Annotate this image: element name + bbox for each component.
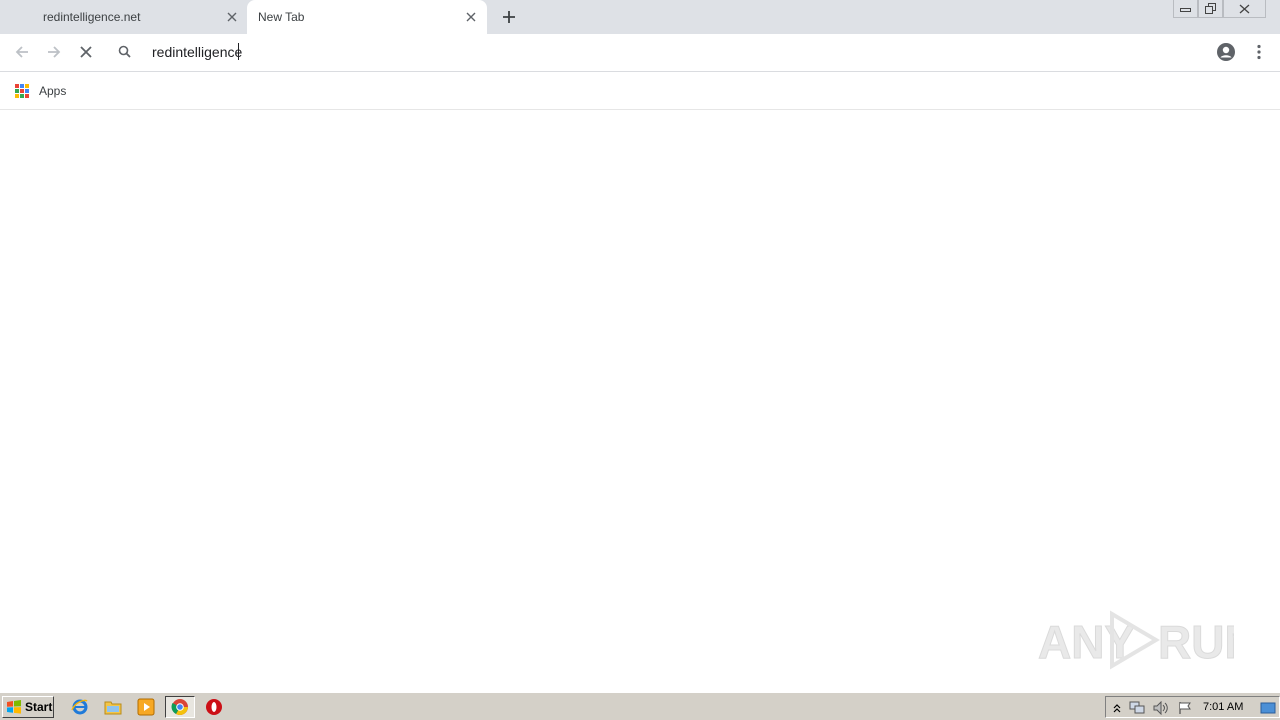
windows-logo-icon (7, 700, 21, 714)
tab-close-icon[interactable] (224, 9, 240, 25)
tab-title: New Tab (258, 10, 305, 24)
menu-kebab-button[interactable] (1247, 40, 1271, 64)
page-content (0, 110, 1280, 692)
taskbar-clock[interactable]: 7:01 AM (1203, 701, 1243, 713)
tab-title: redintelligence.net (43, 10, 141, 24)
bookmarks-bar: Apps (0, 72, 1280, 110)
browser-toolbar (0, 34, 1280, 71)
network-icon[interactable] (1129, 700, 1145, 716)
show-desktop-icon[interactable] (1260, 700, 1276, 716)
text-caret (238, 43, 239, 60)
tab-strip: redintelligence.net New Tab (0, 0, 1280, 34)
internet-explorer-icon[interactable] (69, 697, 91, 717)
minimize-button[interactable] (1173, 0, 1198, 18)
action-center-flag-icon[interactable] (1177, 700, 1193, 716)
show-hidden-icons-icon[interactable] (1109, 700, 1125, 716)
bookmark-label: Apps (39, 84, 67, 98)
system-tray: 7:01 AM (1105, 696, 1280, 718)
windows-taskbar: Start 7:01 AM (0, 692, 1280, 720)
opera-icon[interactable] (203, 697, 225, 717)
back-button[interactable] (10, 40, 34, 64)
chrome-icon[interactable] (165, 696, 195, 718)
start-button[interactable]: Start (2, 696, 54, 718)
tab-redintelligence[interactable]: redintelligence.net (0, 0, 240, 34)
apps-grid-icon (15, 84, 29, 98)
media-player-icon[interactable] (135, 697, 157, 717)
anyrun-logo: ANY RUN (1038, 610, 1234, 670)
search-icon (117, 44, 133, 60)
close-window-button[interactable] (1223, 0, 1266, 18)
bookmark-apps[interactable]: Apps (12, 81, 66, 101)
window-controls (1173, 0, 1266, 18)
forward-button[interactable] (42, 40, 66, 64)
file-explorer-icon[interactable] (102, 697, 124, 717)
profile-avatar-button[interactable] (1214, 40, 1238, 64)
restore-button[interactable] (1198, 0, 1223, 18)
volume-icon[interactable] (1153, 700, 1169, 716)
svg-text:RUN: RUN (1158, 616, 1234, 668)
stop-loading-button[interactable] (74, 40, 98, 64)
tab-new-tab[interactable]: New Tab (247, 0, 487, 34)
tab-close-icon[interactable] (463, 9, 479, 25)
anyrun-watermark: ANY RUN (1038, 608, 1234, 672)
new-tab-button[interactable] (499, 7, 519, 27)
start-label: Start (25, 700, 53, 714)
omnibox-input[interactable] (150, 42, 1190, 62)
